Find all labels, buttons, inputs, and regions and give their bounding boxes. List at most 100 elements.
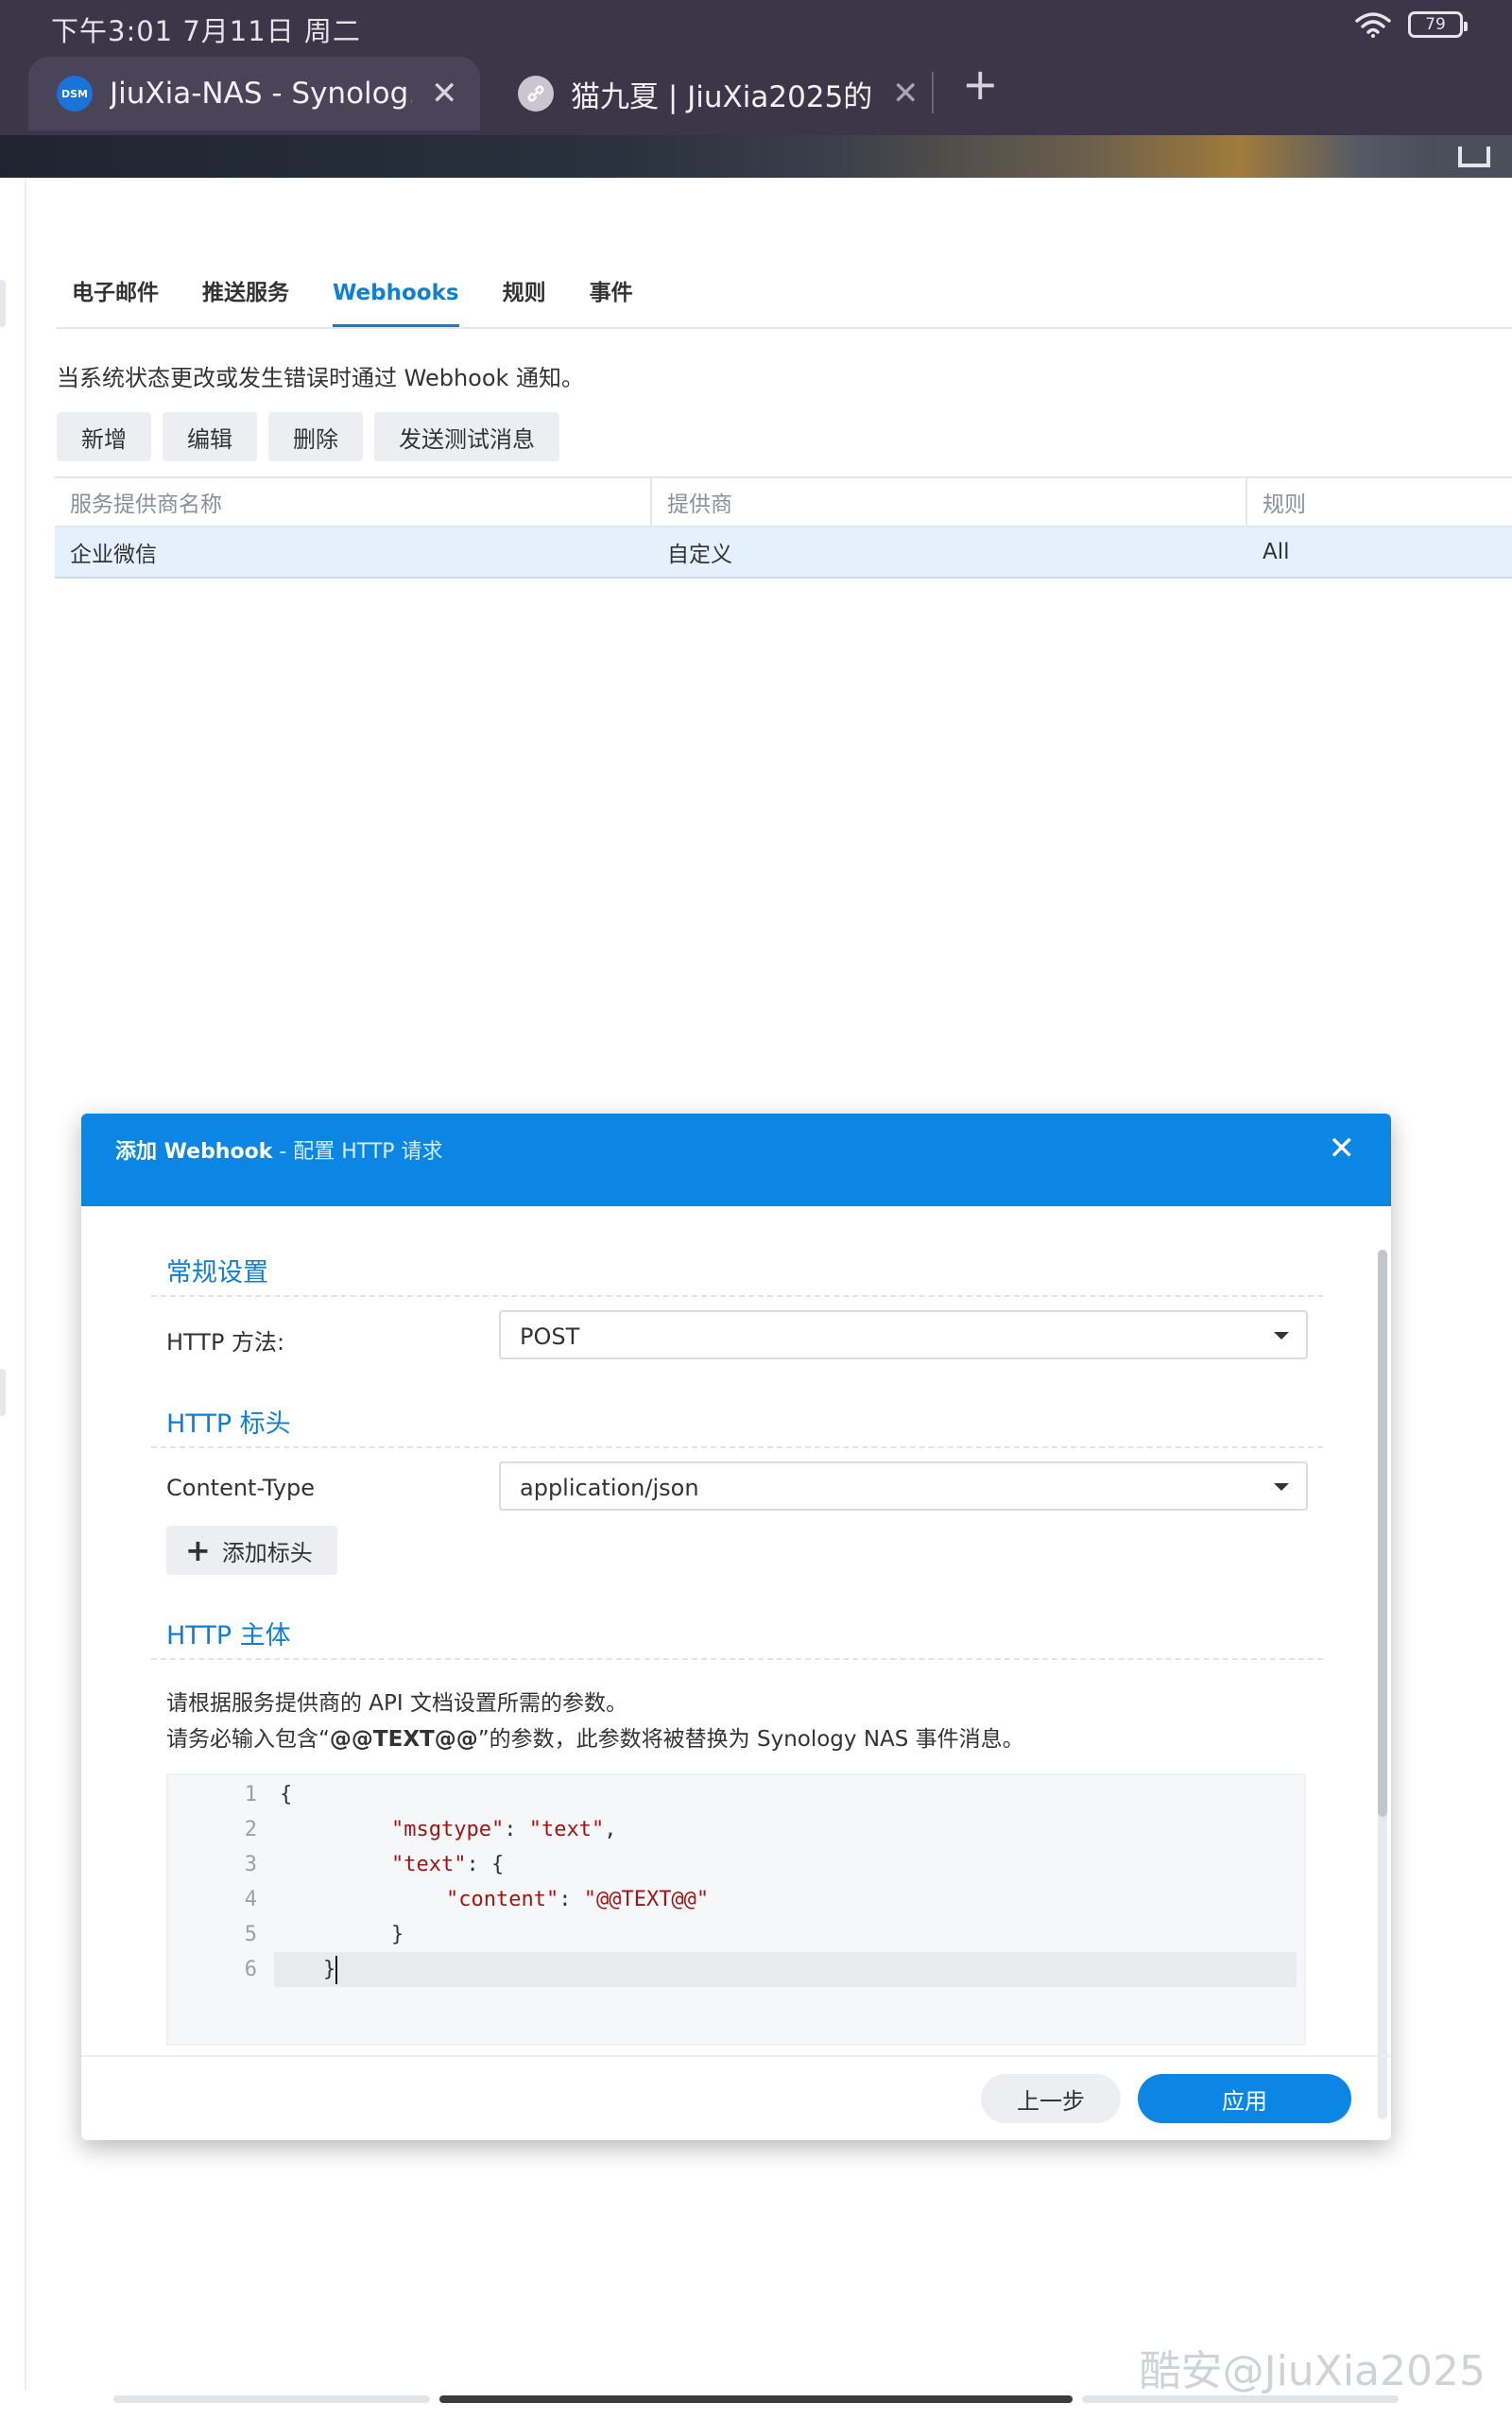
- dialog-footer-divider: [81, 2055, 1391, 2057]
- code-text: "content": "@@TEXT@@": [446, 1888, 709, 1911]
- dsm-desktop-strip: [0, 135, 1512, 178]
- dialog-scrollbar[interactable]: [1378, 1250, 1387, 2119]
- status-time: 下午3:01 7月11日 周二: [51, 15, 361, 47]
- status-icons: 79: [1355, 11, 1468, 38]
- json-comma: ,: [604, 1818, 617, 1841]
- back-button[interactable]: 上一步: [981, 2074, 1121, 2123]
- json-colon: : {: [466, 1853, 505, 1876]
- left-rail: [0, 178, 26, 2390]
- http-method-value: POST: [520, 1323, 580, 1350]
- http-method-select[interactable]: POST: [499, 1310, 1308, 1359]
- edit-button[interactable]: 编辑: [163, 412, 257, 461]
- code-text: "text": {: [391, 1853, 504, 1876]
- body-note-2-post: ”的参数，此参数将被替换为 Synology NAS 事件消息。: [477, 1727, 1024, 1752]
- plus-icon: +: [185, 1532, 211, 1568]
- line-number: 3: [244, 1853, 257, 1876]
- chevron-down-icon: [1274, 1332, 1289, 1340]
- column-header-provider[interactable]: 提供商: [650, 478, 1246, 526]
- line-number: 2: [244, 1818, 257, 1841]
- table-row[interactable]: 企业微信 自定义 All: [55, 527, 1512, 579]
- json-string: "text": [528, 1818, 605, 1841]
- delete-button[interactable]: 删除: [268, 412, 363, 461]
- line-number: 6: [244, 1958, 257, 1981]
- send-test-button[interactable]: 发送测试消息: [374, 412, 559, 461]
- battery-level: 79: [1425, 15, 1446, 34]
- browser-chrome: 下午3:01 7月11日 周二 79 DSM JiuXia-NAS - Syno…: [0, 0, 1512, 135]
- webhook-description: 当系统状态更改或发生错误时通过 Webhook 通知。: [57, 365, 585, 391]
- webhook-table: 服务提供商名称 提供商 规则 企业微信 自定义 All: [55, 476, 1512, 579]
- wifi-icon: [1355, 12, 1391, 38]
- code-text: }: [323, 1955, 338, 1984]
- page-scroll-thumb[interactable]: [439, 2395, 1073, 2403]
- http-body-code-editor[interactable]: 1 { 2 "msgtype": "text", 3 "text": { 4 "…: [166, 1773, 1306, 2046]
- code-line: 6 }: [168, 1952, 1304, 1987]
- chevron-down-icon: [1274, 1483, 1289, 1491]
- add-header-label: 添加标头: [221, 1539, 313, 1566]
- webhook-toolbar: 新增 编辑 删除 发送测试消息: [57, 412, 559, 461]
- section-divider: [151, 1295, 1323, 1297]
- notification-tabs: 电子邮件 推送服务 Webhooks 规则 事件: [57, 274, 1512, 329]
- browser-tab-blog[interactable]: 猫九夏 | JiuXia2025的… ✕: [490, 57, 936, 130]
- column-header-name[interactable]: 服务提供商名称: [55, 478, 650, 526]
- code-line: 5 }: [168, 1917, 1304, 1952]
- close-tab-icon[interactable]: ✕: [892, 78, 919, 110]
- add-button[interactable]: 新增: [57, 412, 151, 461]
- rail-marker: [0, 1369, 6, 1416]
- section-title-headers: HTTP 标头: [166, 1409, 291, 1439]
- scroll-thumb[interactable]: [1378, 1250, 1387, 1817]
- table-header: 服务提供商名称 提供商 规则: [55, 476, 1512, 527]
- code-line: 1 {: [168, 1777, 1304, 1812]
- screen: { "status_bar": { "time": "下午3:01 7月11日 …: [0, 0, 1512, 2420]
- body-note-2: 请务必输入包含“@@TEXT@@”的参数，此参数将被替换为 Synology N…: [166, 1720, 1024, 1753]
- tab-rules[interactable]: 规则: [503, 274, 546, 327]
- dialog-title: 添加 Webhook - 配置 HTTP 请求: [115, 1134, 443, 1165]
- add-header-button[interactable]: + 添加标头: [166, 1526, 337, 1575]
- section-title-general: 常规设置: [166, 1258, 268, 1288]
- content-type-value: application/json: [520, 1475, 699, 1501]
- link-favicon-icon: [518, 76, 554, 112]
- line-number: 4: [244, 1888, 257, 1911]
- section-divider: [151, 1446, 1323, 1448]
- code-text: {: [280, 1783, 293, 1806]
- text-cursor: [335, 1955, 338, 1984]
- new-tab-plus-icon[interactable]: +: [962, 62, 999, 106]
- content-type-select[interactable]: application/json: [499, 1461, 1308, 1511]
- tab-push-service[interactable]: 推送服务: [202, 274, 289, 327]
- json-key: "content": [446, 1888, 559, 1911]
- dsm-favicon-icon: DSM: [57, 76, 93, 112]
- close-icon[interactable]: ✕: [1329, 1132, 1356, 1165]
- tab-title: JiuXia-NAS - Synolog…: [110, 77, 412, 111]
- cell-name: 企业微信: [70, 543, 157, 567]
- apply-button[interactable]: 应用: [1138, 2074, 1351, 2123]
- cell-provider: 自定义: [667, 543, 732, 567]
- page-scroll-track: [1082, 2395, 1399, 2403]
- line-number: 5: [244, 1923, 257, 1946]
- dialog-subtitle: - 配置 HTTP 请求: [272, 1140, 443, 1164]
- tab-title: 猫九夏 | JiuXia2025的…: [571, 79, 873, 114]
- page-scroll-track: [113, 2395, 430, 2403]
- add-webhook-dialog: 添加 Webhook - 配置 HTTP 请求 ✕ 常规设置 HTTP 方法: …: [81, 1114, 1391, 2140]
- tab-email[interactable]: 电子邮件: [72, 274, 159, 327]
- tab-webhooks[interactable]: Webhooks: [333, 274, 459, 327]
- json-key: "msgtype": [391, 1818, 505, 1841]
- body-note-2-pre: 请务必输入包含“: [166, 1727, 330, 1752]
- json-key: "text": [391, 1853, 467, 1876]
- code-text: }: [391, 1923, 404, 1946]
- closing-brace: }: [323, 1957, 336, 1981]
- code-text: "msgtype": "text",: [391, 1818, 616, 1841]
- code-line: 3 "text": {: [168, 1847, 1304, 1882]
- browser-tab-dsm[interactable]: DSM JiuXia-NAS - Synolog… ✕: [28, 57, 480, 130]
- column-header-rule[interactable]: 规则: [1246, 478, 1512, 526]
- section-divider: [151, 1658, 1323, 1660]
- battery-icon: 79: [1408, 11, 1468, 38]
- section-title-body: HTTP 主体: [166, 1621, 291, 1651]
- code-line: 4 "content": "@@TEXT@@": [168, 1882, 1304, 1917]
- content-type-label: Content-Type: [166, 1475, 316, 1501]
- tab-events[interactable]: 事件: [590, 274, 633, 327]
- json-colon: :: [504, 1818, 529, 1841]
- close-tab-icon[interactable]: ✕: [431, 78, 458, 110]
- rail-marker: [0, 280, 6, 327]
- text-token: @@TEXT@@: [329, 1727, 478, 1752]
- dialog-title-main: 添加 Webhook: [115, 1140, 273, 1164]
- inbox-tray-icon[interactable]: [1436, 135, 1512, 178]
